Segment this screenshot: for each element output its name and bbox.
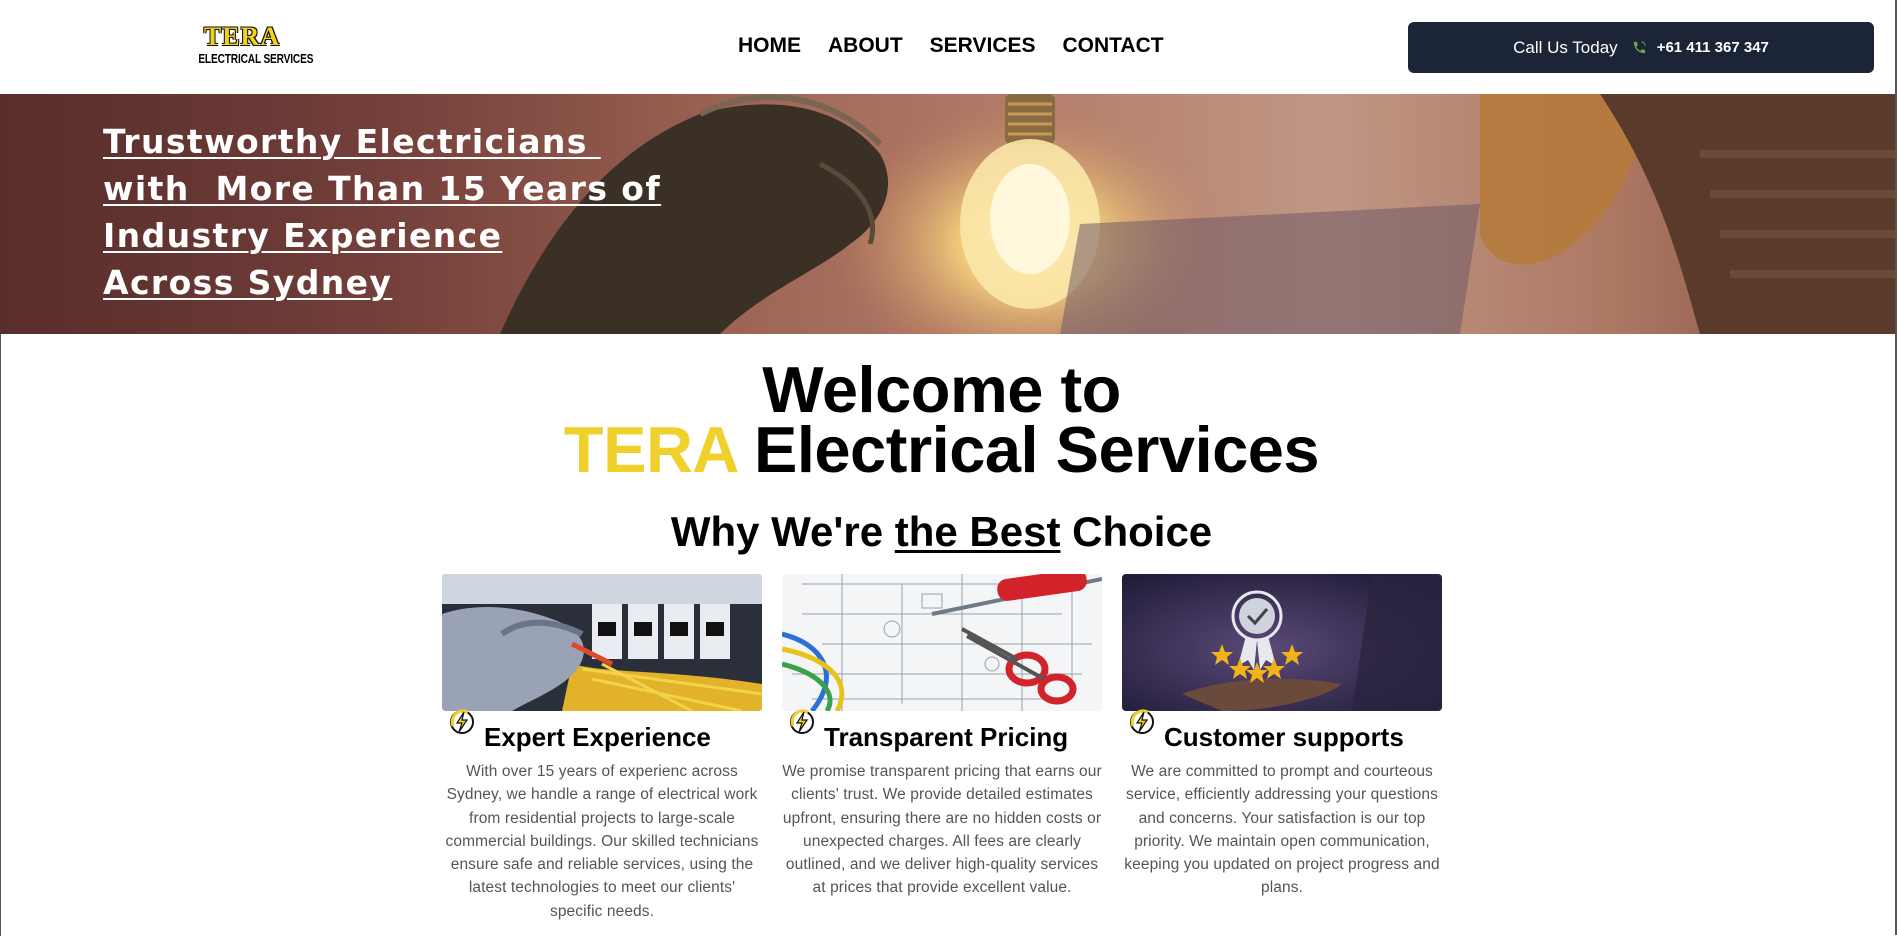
hero-line: Across Sydney	[103, 263, 393, 302]
main-nav: HOME ABOUT SERVICES CONTACT	[738, 34, 1191, 58]
lightning-bolt-icon	[790, 709, 814, 734]
nav-about[interactable]: ABOUT	[828, 34, 903, 58]
feature-card-support: Customer supports We are committed to pr…	[1122, 574, 1442, 896]
why-emphasis: the Best	[894, 508, 1061, 555]
lightning-bolt-icon	[450, 709, 474, 734]
why-after: Choice	[1060, 508, 1213, 555]
lightning-bolt-icon	[1130, 709, 1154, 734]
card-image-award	[1122, 574, 1442, 711]
card-title: Transparent Pricing	[824, 722, 1069, 752]
feature-card-expert: Expert Experience With over 15 years of …	[442, 574, 762, 920]
call-us-button[interactable]: Call Us Today +61 411 367 347	[1408, 22, 1874, 73]
hero-headline: Trustworthy Electricians with More Than …	[103, 118, 723, 306]
hero-line: Industry Experience	[103, 216, 503, 255]
hero-line: Trustworthy Electricians	[103, 122, 601, 161]
why-heading: Why We're the Best Choice	[0, 507, 1883, 557]
call-number[interactable]: +61 411 367 347	[1657, 39, 1769, 56]
why-before: Why We're	[670, 508, 895, 555]
card-text: We promise transparent pricing that earn…	[782, 763, 1102, 897]
welcome-heading: Welcome to TERA Electrical Services	[0, 353, 1883, 482]
call-label: Call Us Today	[1513, 37, 1618, 57]
welcome-line-1: Welcome to	[762, 353, 1121, 426]
welcome-line-2: TERA Electrical Services	[0, 417, 1883, 482]
brand-rest: Electrical Services	[736, 413, 1320, 486]
nav-contact[interactable]: CONTACT	[1063, 34, 1164, 58]
site-header: TERA ELECTRICAL SERVICES HOME ABOUT SERV…	[0, 0, 1895, 94]
nav-services[interactable]: SERVICES	[930, 34, 1036, 58]
hero-banner: Trustworthy Electricians with More Than …	[0, 94, 1895, 334]
logo-subtitle: ELECTRICAL SERVICES	[198, 51, 314, 66]
logo-wordmark: TERA	[203, 22, 281, 51]
phone-icon	[1633, 41, 1646, 54]
hero-line: with More Than 15 Years of	[103, 169, 662, 208]
card-title: Expert Experience	[484, 722, 711, 752]
card-title: Customer supports	[1164, 722, 1404, 752]
nav-home[interactable]: HOME	[738, 34, 801, 58]
brand-name: TERA	[563, 413, 737, 486]
card-text: We are committed to prompt and courteous…	[1124, 763, 1440, 897]
card-text: With over 15 years of experienc across S…	[445, 763, 759, 920]
feature-card-pricing: Transparent Pricing We promise transpare…	[782, 574, 1102, 896]
card-image-blueprint	[782, 574, 1102, 711]
site-logo[interactable]: TERA ELECTRICAL SERVICES	[186, 22, 314, 70]
card-image-electrician	[442, 574, 762, 711]
